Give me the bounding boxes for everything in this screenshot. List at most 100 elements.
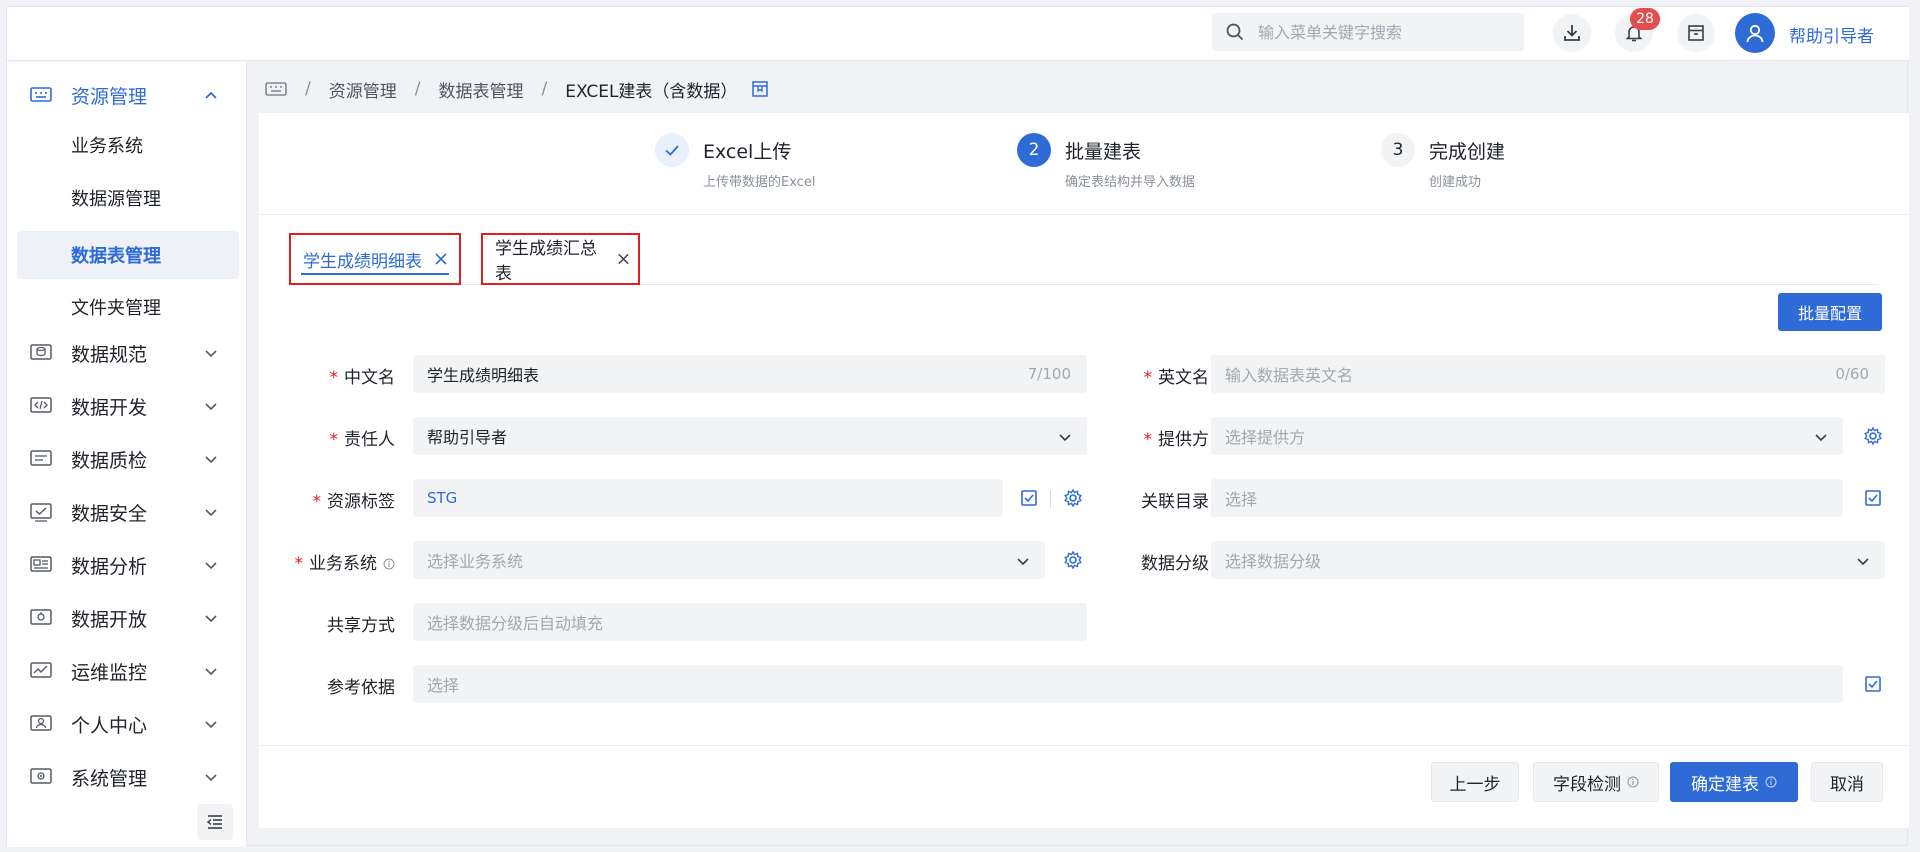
owner-select[interactable]: 帮助引导者 xyxy=(413,417,1087,455)
username[interactable]: 帮助引导者 xyxy=(1789,22,1874,47)
provider-placeholder: 选择提供方 xyxy=(1225,428,1306,447)
close-icon[interactable] xyxy=(434,252,448,266)
steps: Excel上传 上传带数据的Excel 2 批量建表 确定表结构并导入数据 3 … xyxy=(259,113,1909,215)
step-title: Excel上传 xyxy=(703,141,792,163)
download-button[interactable] xyxy=(1553,14,1591,52)
step-title: 批量建表 xyxy=(1065,141,1142,163)
field-check-button[interactable]: 字段检测 xyxy=(1533,762,1659,802)
en-name-field[interactable]: 输入数据表英文名 0/60 xyxy=(1211,355,1885,393)
tab-student-score-summary[interactable]: 学生成绩汇总表 xyxy=(481,233,640,285)
reference-field[interactable]: 选择 xyxy=(413,665,1843,703)
owner-label: * 责任人 xyxy=(329,430,396,450)
sidebar-subitem-business-system[interactable]: 业务系统 xyxy=(17,121,239,169)
tab-label: 学生成绩明细表 xyxy=(303,251,422,272)
sidebar-item-label: 数据开发 xyxy=(71,396,148,419)
breadcrumb-separator: / xyxy=(305,79,311,99)
sidebar-item-label: 数据规范 xyxy=(71,343,148,366)
resource-tag-field[interactable]: STG xyxy=(413,479,1003,517)
active-tab-indicator xyxy=(301,273,449,275)
sidebar-item-data-security[interactable]: 数据安全 xyxy=(7,487,247,537)
resource-tag-label: * 资源标签 xyxy=(312,492,396,512)
avatar[interactable] xyxy=(1735,13,1775,53)
sidebar-item-label: 数据开放 xyxy=(71,608,148,631)
indent-icon xyxy=(206,815,222,829)
gear-icon[interactable] xyxy=(1063,550,1083,570)
chevron-down-icon xyxy=(1059,434,1071,442)
analysis-icon xyxy=(30,556,52,572)
keyboard-icon[interactable] xyxy=(265,81,287,97)
bookmark-icon[interactable] xyxy=(751,80,769,98)
prev-step-button[interactable]: 上一步 xyxy=(1431,762,1519,802)
chevron-down-icon xyxy=(1857,558,1869,566)
sidebar: 资源管理 业务系统 数据源管理 数据表管理 文件夹管理 数据规范 数据开发 数据… xyxy=(7,62,247,847)
step-done-circle xyxy=(655,133,689,167)
search-icon xyxy=(1226,23,1243,40)
sidebar-item-label: 数据质检 xyxy=(71,449,148,472)
cn-name-field[interactable]: 学生成绩明细表 7/100 xyxy=(413,355,1087,393)
stack-icon xyxy=(30,344,52,360)
check-icon xyxy=(665,145,679,156)
sidebar-collapse-button[interactable] xyxy=(197,804,233,840)
gear-icon[interactable] xyxy=(1063,488,1083,508)
sidebar-subitem-label: 数据源管理 xyxy=(71,189,161,210)
gear-icon[interactable] xyxy=(1863,426,1883,446)
tab-student-score-detail[interactable]: 学生成绩明细表 xyxy=(289,233,461,285)
checkmark-monitor-icon xyxy=(30,503,52,522)
sidebar-item-label: 系统管理 xyxy=(71,767,148,790)
sidebar-item-data-analysis[interactable]: 数据分析 xyxy=(7,540,247,590)
main-card: Excel上传 上传带数据的Excel 2 批量建表 确定表结构并导入数据 3 … xyxy=(259,113,1909,828)
keyboard-icon xyxy=(30,87,52,102)
biz-system-placeholder: 选择业务系统 xyxy=(427,552,524,571)
sidebar-item-data-open[interactable]: 数据开放 xyxy=(7,593,247,643)
chevron-down-icon xyxy=(205,509,217,517)
sidebar-item-personal-center[interactable]: 个人中心 xyxy=(7,699,247,749)
catalog-field[interactable]: 选择 xyxy=(1211,479,1843,517)
chevron-down-icon xyxy=(1815,434,1827,442)
cn-name-value: 学生成绩明细表 xyxy=(427,366,540,385)
confirm-create-button[interactable]: 确定建表 xyxy=(1670,762,1798,802)
chevron-up-icon xyxy=(205,91,217,99)
breadcrumb-separator: / xyxy=(414,79,421,99)
en-name-placeholder: 输入数据表英文名 xyxy=(1225,366,1354,385)
sidebar-subitem-datasource[interactable]: 数据源管理 xyxy=(17,174,239,222)
data-level-select[interactable]: 选择数据分级 xyxy=(1211,541,1885,579)
reference-label: 参考依据 xyxy=(327,678,395,698)
sidebar-item-ops-monitor[interactable]: 运维监控 xyxy=(7,646,247,696)
open-icon xyxy=(30,609,52,625)
search-input[interactable] xyxy=(1258,22,1498,42)
top-header: 28 帮助引导者 xyxy=(7,7,1909,61)
menu-search[interactable] xyxy=(1212,13,1524,51)
catalog-placeholder: 选择 xyxy=(1225,490,1258,509)
chevron-down-icon xyxy=(205,668,217,676)
sidebar-subitem-folder[interactable]: 文件夹管理 xyxy=(17,283,239,331)
cn-name-label: * 中文名 xyxy=(329,368,396,388)
chevron-down-icon xyxy=(1017,558,1029,566)
info-icon[interactable] xyxy=(383,558,395,570)
close-icon[interactable] xyxy=(617,252,630,266)
archive-button[interactable] xyxy=(1677,14,1715,52)
sidebar-subitem-datatable[interactable]: 数据表管理 xyxy=(17,231,239,279)
chevron-down-icon xyxy=(205,403,217,411)
checkbox-icon[interactable] xyxy=(1019,488,1039,508)
app-window: 28 帮助引导者 资源管理 业务系统 数据源管理 数据表管理 文件夹管理 数 xyxy=(6,6,1909,847)
button-label: 确定建表 xyxy=(1691,774,1759,795)
info-icon xyxy=(1765,776,1777,788)
breadcrumb: / 资源管理 / 数据表管理 / EXCEL建表（含数据） xyxy=(265,77,769,102)
sidebar-item-resource-management[interactable]: 资源管理 xyxy=(7,70,247,120)
step-title: 完成创建 xyxy=(1429,141,1506,163)
batch-config-button[interactable]: 批量配置 xyxy=(1778,293,1882,331)
sidebar-item-data-dev[interactable]: 数据开发 xyxy=(7,381,247,431)
breadcrumb-item[interactable]: 资源管理 xyxy=(329,77,397,102)
step-index: 3 xyxy=(1381,133,1415,167)
cancel-button[interactable]: 取消 xyxy=(1811,762,1883,802)
notification-badge: 28 xyxy=(1630,8,1660,30)
checkbox-icon[interactable] xyxy=(1863,488,1883,508)
checkbox-icon[interactable] xyxy=(1863,674,1883,694)
provider-select[interactable]: 选择提供方 xyxy=(1211,417,1843,455)
sidebar-item-system-management[interactable]: 系统管理 xyxy=(7,752,247,802)
biz-system-select[interactable]: 选择业务系统 xyxy=(413,541,1045,579)
sidebar-item-data-standard[interactable]: 数据规范 xyxy=(7,328,247,378)
sidebar-item-data-quality[interactable]: 数据质检 xyxy=(7,434,247,484)
breadcrumb-current: EXCEL建表（含数据） xyxy=(565,81,738,102)
breadcrumb-item[interactable]: 数据表管理 xyxy=(438,77,523,102)
